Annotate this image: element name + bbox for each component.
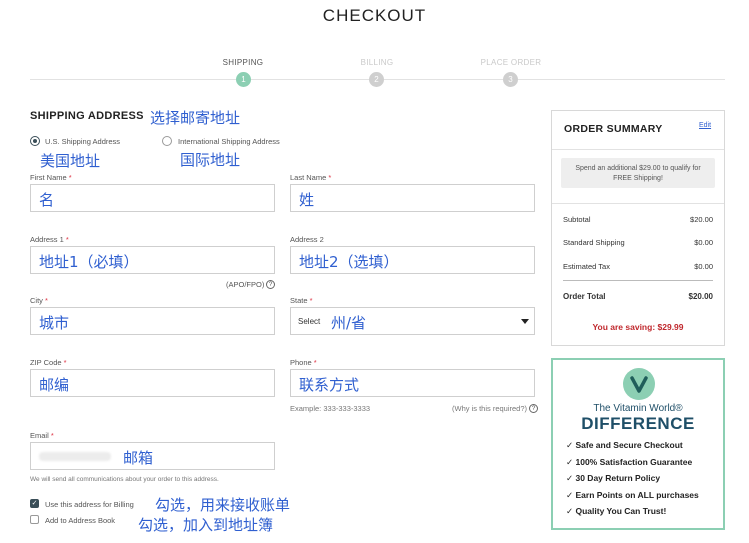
annotation-address2: 地址2（选填）	[299, 253, 399, 271]
difference-heading: DIFFERENCE	[581, 414, 695, 433]
step-dot-billing: 2	[369, 72, 384, 87]
vitamin-world-logo-icon	[623, 368, 655, 400]
summary-row-subtotal: Subtotal $20.00	[563, 215, 713, 224]
free-shipping-promo: Spend an additional $29.00 to qualify fo…	[561, 158, 715, 188]
use-for-billing-label[interactable]: Use this address for Billing	[45, 500, 134, 509]
address2-field[interactable]: 地址2（选填）	[290, 246, 535, 274]
address1-help-icon[interactable]: ?	[266, 280, 275, 289]
last-name-field[interactable]: 姓	[290, 184, 535, 212]
city-label: City *	[30, 296, 48, 305]
email-hint: We will send all communications about yo…	[30, 476, 219, 483]
phone-label: Phone *	[290, 358, 317, 367]
address2-label: Address 2	[290, 235, 324, 244]
use-for-billing-checkbox[interactable]: ✓	[30, 499, 39, 508]
first-name-field[interactable]: 名	[30, 184, 275, 212]
phone-help-icon[interactable]: ?	[529, 404, 538, 413]
summary-total-divider	[563, 280, 713, 281]
state-label: State *	[290, 296, 313, 305]
email-field[interactable]: 邮箱	[30, 442, 275, 470]
savings-text: You are saving: $29.99	[592, 322, 684, 332]
annotation-zip: 邮编	[39, 376, 70, 394]
difference-item: ✓ Earn Points on ALL purchases	[566, 490, 699, 500]
city-field[interactable]: 城市	[30, 307, 275, 335]
address-book-label[interactable]: Add to Address Book	[45, 516, 115, 525]
order-summary-heading: ORDER SUMMARY	[564, 123, 663, 135]
address1-field[interactable]: 地址1（必填）	[30, 246, 275, 274]
annotation-address-book: 勾选，加入到地址簿	[138, 516, 274, 534]
state-select-value: Select	[298, 317, 321, 326]
step-label-shipping: SHIPPING	[222, 58, 264, 67]
step-label-place-order: PLACE ORDER	[480, 58, 542, 67]
zip-field[interactable]: 邮编	[30, 369, 275, 397]
step-dot-place-order: 3	[503, 72, 518, 87]
zip-label: ZIP Code *	[30, 358, 67, 367]
summary-row-tax: Estimated Tax $0.00	[563, 262, 713, 271]
annotation-international-address: 国际地址	[180, 151, 241, 169]
annotation-first-name: 名	[39, 191, 55, 209]
last-name-label: Last Name *	[290, 173, 332, 182]
address-book-checkbox[interactable]	[30, 515, 39, 524]
chevron-down-icon	[521, 319, 529, 324]
phone-why-link[interactable]: (Why is this required?)	[452, 404, 527, 413]
difference-item: ✓ 100% Satisfaction Guarantee	[566, 457, 693, 467]
summary-row-shipping: Standard Shipping $0.00	[563, 238, 713, 247]
page-title: CHECKOUT	[322, 6, 427, 25]
summary-row-total: Order Total $20.00	[563, 292, 713, 301]
annotation-address1: 地址1（必填）	[39, 253, 139, 271]
annotation-last-name: 姓	[299, 191, 315, 209]
annotation-email: 邮箱	[123, 449, 154, 467]
summary-divider	[552, 149, 724, 150]
state-select[interactable]: Select 州/省	[290, 307, 535, 335]
difference-item: ✓ Quality You Can Trust!	[566, 506, 667, 516]
annotation-phone: 联系方式	[299, 376, 360, 394]
email-label: Email *	[30, 431, 54, 440]
annotation-city: 城市	[39, 314, 70, 332]
us-address-radio[interactable]	[30, 136, 40, 146]
phone-field[interactable]: 联系方式	[290, 369, 535, 397]
difference-item: ✓ Safe and Secure Checkout	[566, 440, 683, 450]
us-address-label[interactable]: U.S. Shipping Address	[45, 137, 120, 146]
first-name-label: First Name *	[30, 173, 72, 182]
international-address-label[interactable]: International Shipping Address	[178, 137, 280, 146]
international-address-radio[interactable]	[162, 136, 172, 146]
annotation-billing-check: 勾选，用来接收账单	[155, 496, 291, 514]
annotation-shipping-heading: 选择邮寄地址	[150, 109, 241, 127]
difference-item: ✓ 30 Day Return Policy	[566, 473, 661, 483]
order-summary-panel	[551, 110, 725, 346]
edit-link[interactable]: Edit	[699, 122, 711, 129]
phone-example: Example: 333-333-3333	[290, 404, 371, 413]
shipping-address-heading: SHIPPING ADDRESS	[30, 110, 144, 122]
email-blurred-value	[39, 452, 111, 461]
step-label-billing: BILLING	[360, 58, 394, 67]
summary-divider	[552, 203, 724, 204]
step-dot-shipping: 1	[236, 72, 251, 87]
annotation-us-address: 美国地址	[40, 152, 101, 170]
address1-label: Address 1 *	[30, 235, 69, 244]
address1-hint: (APO/FPO)	[226, 280, 265, 289]
annotation-state: 州/省	[331, 314, 367, 332]
brand-name: The Vitamin World®	[593, 403, 683, 414]
